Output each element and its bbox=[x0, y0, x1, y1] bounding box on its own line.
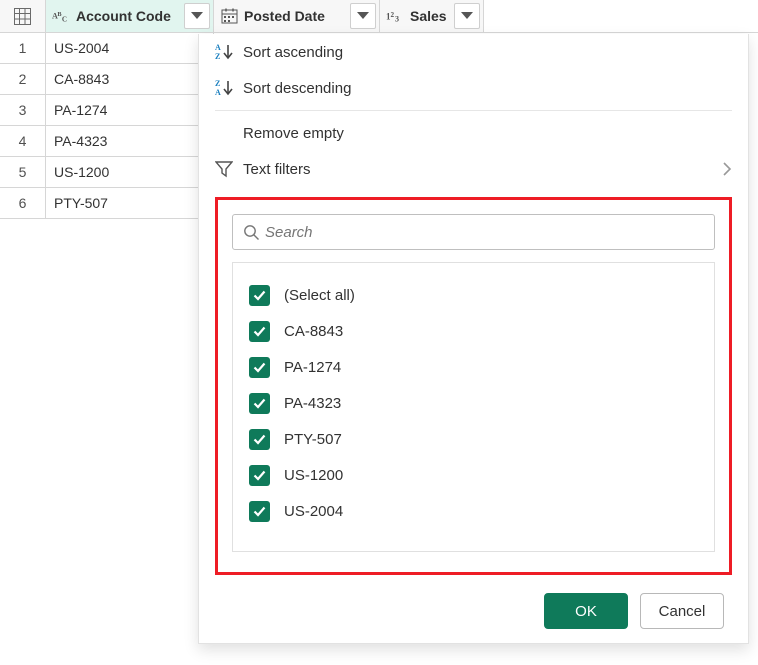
menu-label: Sort ascending bbox=[243, 44, 732, 61]
menu-separator bbox=[215, 110, 732, 111]
checkbox-icon[interactable] bbox=[249, 501, 270, 522]
search-icon bbox=[243, 224, 265, 241]
column-header-posted[interactable]: Posted Date bbox=[214, 0, 380, 33]
cell-account[interactable]: PTY-507 bbox=[46, 188, 214, 219]
column-filter-button-posted[interactable] bbox=[350, 3, 376, 29]
filter-search-box[interactable] bbox=[232, 214, 715, 250]
row-number: 6 bbox=[0, 188, 46, 219]
cell-account[interactable]: CA-8843 bbox=[46, 64, 214, 95]
dialog-buttons: OK Cancel bbox=[199, 583, 748, 629]
checkbox-icon[interactable] bbox=[249, 357, 270, 378]
menu-label: Text filters bbox=[243, 161, 722, 178]
filter-value-row[interactable]: PTY-507 bbox=[249, 421, 698, 457]
text-type-icon: A B C bbox=[52, 8, 70, 24]
filter-value-row[interactable]: PA-4323 bbox=[249, 385, 698, 421]
column-label: Posted Date bbox=[244, 8, 350, 24]
column-header-account[interactable]: A B C Account Code bbox=[46, 0, 214, 33]
select-all-cell[interactable] bbox=[0, 0, 46, 33]
svg-text:2: 2 bbox=[391, 11, 395, 19]
cell-account[interactable]: PA-4323 bbox=[46, 126, 214, 157]
filter-values-section: (Select all) CA-8843 PA-1274 PA-4323 bbox=[215, 197, 732, 575]
number-type-icon: 1 2 3 bbox=[386, 8, 404, 24]
svg-text:A: A bbox=[215, 43, 221, 52]
column-label: Account Code bbox=[76, 8, 184, 24]
filter-value-row[interactable]: US-2004 bbox=[249, 493, 698, 529]
filter-value-row[interactable]: CA-8843 bbox=[249, 313, 698, 349]
filter-value-label: US-1200 bbox=[284, 467, 343, 484]
menu-text-filters[interactable]: Text filters bbox=[199, 151, 748, 187]
filter-value-label: PA-1274 bbox=[284, 359, 341, 376]
filter-value-row[interactable]: US-1200 bbox=[249, 457, 698, 493]
checkbox-icon[interactable] bbox=[249, 285, 270, 306]
checkbox-icon[interactable] bbox=[249, 465, 270, 486]
menu-label: Sort descending bbox=[243, 80, 732, 97]
cell-account[interactable]: PA-1274 bbox=[46, 95, 214, 126]
row-number: 2 bbox=[0, 64, 46, 95]
checkbox-icon[interactable] bbox=[249, 393, 270, 414]
table-header-row: A B C Account Code bbox=[0, 0, 758, 33]
menu-sort-ascending[interactable]: A Z Sort ascending bbox=[199, 34, 748, 70]
column-filter-dropdown: A Z Sort ascending Z A Sort descending R… bbox=[198, 34, 749, 644]
sort-ascending-icon: A Z bbox=[215, 43, 243, 61]
svg-text:3: 3 bbox=[395, 14, 399, 23]
chevron-right-icon bbox=[722, 161, 732, 177]
filter-value-label: PA-4323 bbox=[284, 395, 341, 412]
ok-button[interactable]: OK bbox=[544, 593, 628, 629]
column-header-sales[interactable]: 1 2 3 Sales bbox=[380, 0, 484, 33]
table-icon bbox=[14, 8, 31, 25]
date-type-icon bbox=[220, 8, 238, 24]
row-number: 4 bbox=[0, 126, 46, 157]
filter-value-label: PTY-507 bbox=[284, 431, 342, 448]
filter-icon bbox=[215, 160, 243, 178]
row-number: 1 bbox=[0, 33, 46, 64]
row-number: 3 bbox=[0, 95, 46, 126]
button-label: OK bbox=[575, 603, 597, 620]
column-filter-button-sales[interactable] bbox=[454, 3, 480, 29]
cancel-button[interactable]: Cancel bbox=[640, 593, 724, 629]
checkbox-icon[interactable] bbox=[249, 321, 270, 342]
cell-account[interactable]: US-2004 bbox=[46, 33, 214, 64]
search-input[interactable] bbox=[265, 224, 704, 241]
svg-text:A: A bbox=[215, 88, 221, 97]
button-label: Cancel bbox=[659, 603, 706, 620]
filter-values-list: (Select all) CA-8843 PA-1274 PA-4323 bbox=[232, 262, 715, 552]
menu-label: Remove empty bbox=[243, 125, 732, 142]
column-label: Sales bbox=[410, 8, 454, 24]
menu-remove-empty[interactable]: Remove empty bbox=[199, 115, 748, 151]
svg-text:Z: Z bbox=[215, 79, 220, 88]
menu-sort-descending[interactable]: Z A Sort descending bbox=[199, 70, 748, 106]
filter-value-row[interactable]: PA-1274 bbox=[249, 349, 698, 385]
sort-descending-icon: Z A bbox=[215, 79, 243, 97]
filter-value-label: (Select all) bbox=[284, 287, 355, 304]
cell-account[interactable]: US-1200 bbox=[46, 157, 214, 188]
filter-value-label: US-2004 bbox=[284, 503, 343, 520]
svg-text:C: C bbox=[62, 15, 67, 23]
row-number: 5 bbox=[0, 157, 46, 188]
column-filter-button-account[interactable] bbox=[184, 3, 210, 29]
filter-value-label: CA-8843 bbox=[284, 323, 343, 340]
filter-value-row[interactable]: (Select all) bbox=[249, 277, 698, 313]
svg-text:Z: Z bbox=[215, 52, 220, 61]
checkbox-icon[interactable] bbox=[249, 429, 270, 450]
